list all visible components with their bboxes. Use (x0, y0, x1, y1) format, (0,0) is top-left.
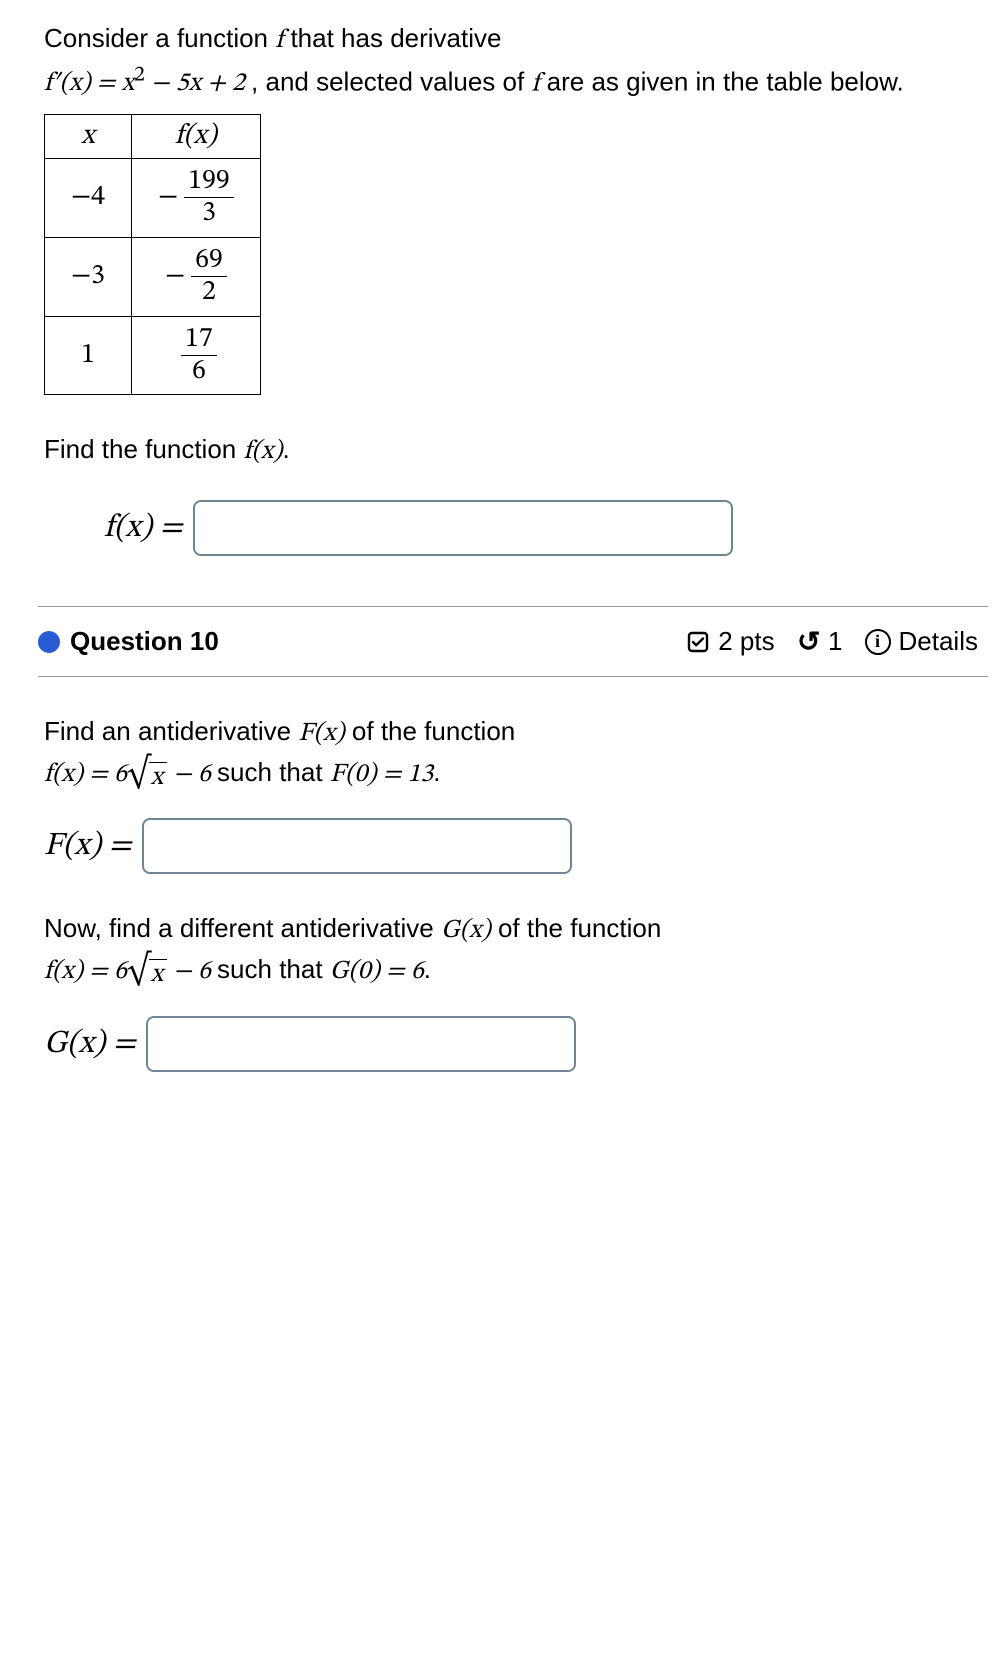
Fx-answer-input[interactable] (142, 818, 572, 874)
question-header-left: Question 10 (38, 626, 219, 657)
text: Find an antiderivative (44, 716, 298, 746)
exponent: 2 (134, 65, 145, 87)
fx-cell: −692 (132, 237, 261, 316)
question-header-right: 2 pts ↻ 1 i Details (686, 625, 978, 658)
q10-answer-row-1: F(x) = (44, 818, 980, 874)
text: such that (217, 954, 330, 984)
table-row: −3 −692 (45, 237, 261, 316)
text: are as given in the table below. (539, 66, 903, 96)
text: of the function (345, 716, 516, 746)
status-dot-icon (38, 631, 60, 653)
check-icon (686, 630, 710, 654)
text: such that (217, 757, 330, 787)
q10-answer-row-2: G(x) = (44, 1016, 980, 1072)
Gx-answer-input[interactable] (146, 1016, 576, 1072)
table-row: 1 176 (45, 316, 261, 395)
text: Now, find a different antiderivative (44, 913, 441, 943)
fx-cell: 176 (132, 316, 261, 395)
text: . (282, 434, 289, 464)
answer-label: F(x) = (44, 826, 132, 866)
q10-prompt-1: Find an antiderivative F(x) of the funct… (44, 713, 980, 794)
info-icon[interactable]: i (865, 629, 891, 655)
rhs: − 5x + 2 (145, 71, 245, 97)
table-header-fx: f(x) (132, 115, 261, 159)
q10-prompt-2: Now, find a different antiderivative G(x… (44, 910, 980, 991)
text: that has derivative (283, 23, 501, 53)
answer-label: f(x) = (104, 508, 183, 548)
question-number: Question 10 (70, 626, 219, 657)
equation: f(x) = 6√x − 6 (44, 959, 217, 985)
values-table: x f(x) −4 −1993 −3 −692 1 176 (44, 114, 261, 395)
math: G(x) (441, 918, 491, 944)
x-cell: 1 (45, 316, 132, 395)
text: Consider a function (44, 23, 275, 53)
text: , and selected values of (251, 66, 531, 96)
q9-answer-row: f(x) = (104, 500, 980, 556)
fx-cell: −1993 (132, 159, 261, 238)
retry-icon: ↻ (797, 625, 820, 658)
x-cell: −3 (45, 237, 132, 316)
q9-find-prompt: Find the function f(x). (44, 431, 980, 472)
table-header-x: x (45, 115, 132, 159)
points-label: 2 pts (718, 626, 774, 657)
q9-prompt: Consider a function f that has derivativ… (44, 20, 980, 104)
text: . (424, 954, 431, 984)
details-link[interactable]: Details (899, 626, 978, 657)
text: . (433, 757, 440, 787)
math: F(x) (298, 721, 344, 747)
condition: G(0) = 6 (330, 959, 424, 985)
answer-label: G(x) = (44, 1024, 136, 1064)
math: f(x) (243, 439, 282, 465)
retries-count: 1 (828, 626, 842, 657)
lhs: f′(x) = x (44, 71, 134, 97)
table-row: −4 −1993 (45, 159, 261, 238)
text: of the function (491, 913, 662, 943)
fx-answer-input[interactable] (193, 500, 733, 556)
text: Find the function (44, 434, 243, 464)
x-cell: −4 (45, 159, 132, 238)
condition: F(0) = 13 (330, 762, 433, 788)
equation: f(x) = 6√x − 6 (44, 762, 217, 788)
question-header: Question 10 2 pts ↻ 1 i Details (38, 606, 988, 677)
derivative-equation: f′(x) = x2 − 5x + 2 (44, 71, 251, 97)
